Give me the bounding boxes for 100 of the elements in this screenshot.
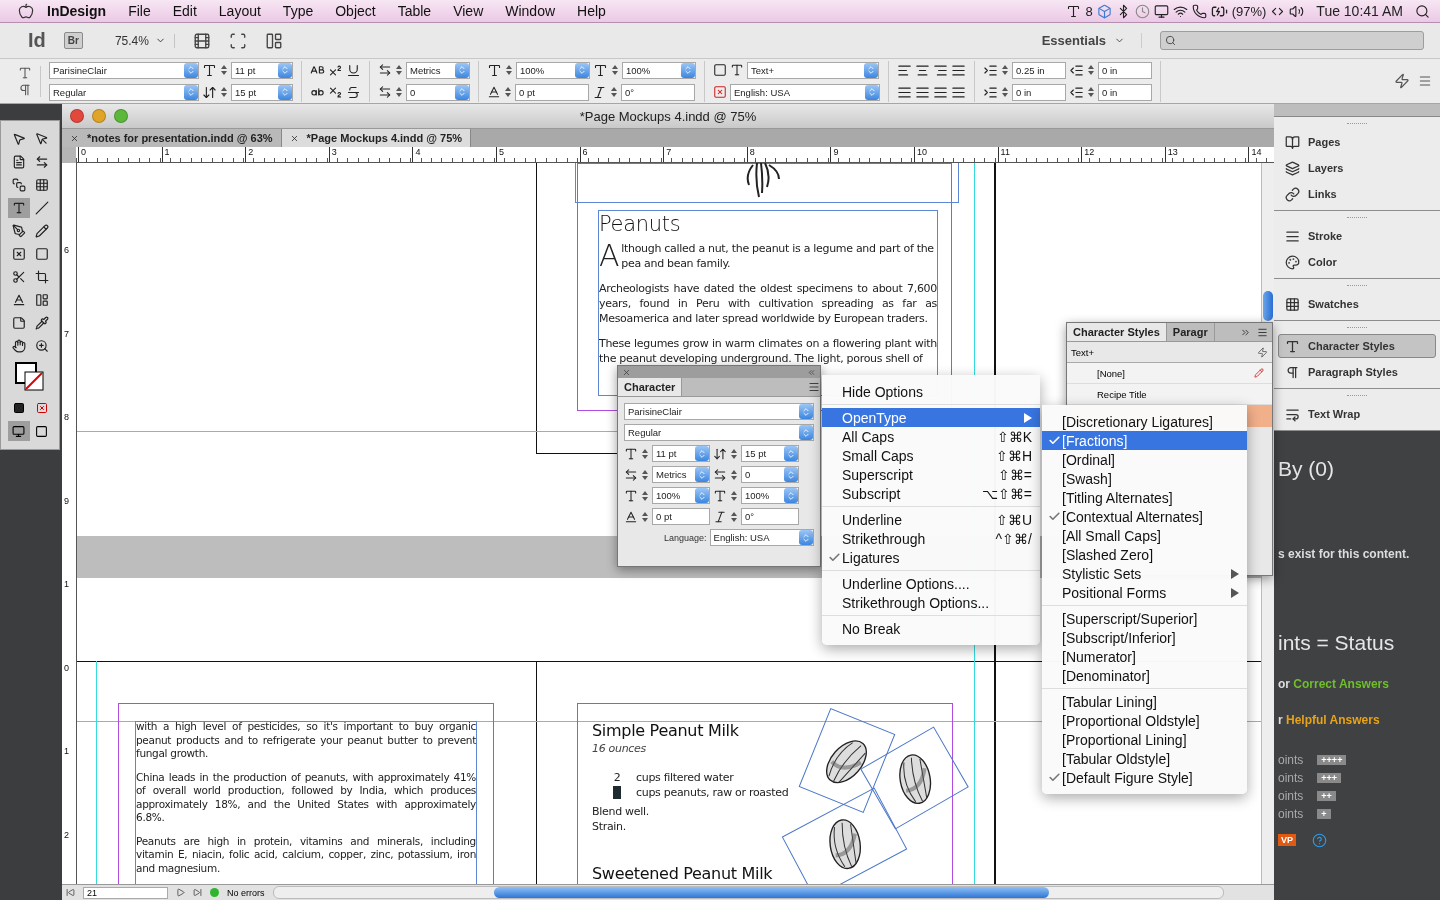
font-size-icon[interactable] <box>624 446 638 461</box>
last-line-indent-icon[interactable] <box>1069 84 1084 100</box>
menu-item[interactable]: [Numerator] <box>1042 647 1247 666</box>
language-field[interactable]: English: USA <box>730 83 880 101</box>
leading-icon[interactable] <box>202 84 217 100</box>
tracking-icon[interactable] <box>713 467 727 482</box>
menu-item[interactable]: Superscript ⇧⌘= <box>822 465 1040 484</box>
character-mode-icon[interactable] <box>18 65 32 80</box>
page-field[interactable]: 21 <box>83 886 168 899</box>
menu-item[interactable]: [Superscript/Superior] <box>1042 609 1247 628</box>
font-field[interactable]: ParisineClair <box>49 61 199 79</box>
stepper-icon[interactable] <box>505 63 513 77</box>
panel-button[interactable]: Stroke <box>1278 224 1436 248</box>
skew-field[interactable]: 0° <box>621 83 695 101</box>
style-item[interactable]: [None] <box>1067 363 1272 384</box>
panel-button[interactable]: Layers <box>1278 156 1436 180</box>
zoom-dropdown[interactable]: 75.4% <box>100 33 175 48</box>
justify-icon[interactable] <box>951 62 966 78</box>
view-options-icon[interactable] <box>192 31 211 50</box>
stroke-icon[interactable] <box>713 85 727 99</box>
menu-title[interactable]: Help <box>568 3 615 19</box>
screen-mode-icon[interactable] <box>7 421 30 441</box>
menu-item[interactable]: [Ordinal] <box>1042 450 1247 469</box>
style-field[interactable]: Regular <box>624 424 814 441</box>
stepper-icon[interactable] <box>395 63 403 77</box>
vertical-scale-field[interactable]: 100% <box>652 487 710 504</box>
baseline-shift-icon[interactable] <box>624 509 638 524</box>
skew-field[interactable]: 0° <box>741 508 799 525</box>
panel-button[interactable]: Character Styles <box>1278 334 1436 358</box>
menu-item[interactable]: Small Caps ⇧⌘H <box>822 446 1040 465</box>
justify-right-icon[interactable] <box>951 84 966 100</box>
baseline-shift-field[interactable]: 0 pt <box>515 83 589 101</box>
align-center-icon[interactable] <box>915 62 930 78</box>
menu-item[interactable]: No Break <box>822 619 1040 638</box>
menu-title[interactable]: Object <box>326 3 385 19</box>
menu-item[interactable]: [Fractions] <box>1042 431 1247 450</box>
kerning-field[interactable]: Metrics <box>406 61 470 79</box>
close-icon[interactable] <box>622 367 631 377</box>
menu-item[interactable]: [All Small Caps] <box>1042 526 1247 545</box>
stepper-icon[interactable] <box>504 85 512 99</box>
phone-icon[interactable] <box>1191 3 1207 19</box>
justify-left-icon[interactable] <box>897 84 912 100</box>
panel-button[interactable]: Pages <box>1278 130 1436 154</box>
underline-icon[interactable] <box>346 62 361 78</box>
workspace-dropdown[interactable]: Essentials <box>1025 33 1142 48</box>
quick-apply-icon[interactable] <box>1394 73 1410 89</box>
panel-tab[interactable]: Character <box>618 378 683 396</box>
help-icon[interactable] <box>1312 832 1327 848</box>
tracking-field[interactable]: 0 <box>741 466 799 483</box>
menu-item[interactable]: Subscript ⌥⇧⌘= <box>822 484 1040 503</box>
menu-item[interactable]: Underline ⇧⌘U <box>822 510 1040 529</box>
kerning-icon[interactable] <box>624 467 638 482</box>
next-page-icon[interactable] <box>176 888 185 897</box>
stepper-icon[interactable] <box>1001 85 1009 99</box>
menu-item[interactable]: OpenType <box>822 408 1040 427</box>
menu-item[interactable]: [Proportional Lining] <box>1042 730 1247 749</box>
font-field[interactable]: ParisineClair <box>624 403 814 420</box>
left-indent-field[interactable]: 0.25 in <box>1012 61 1066 79</box>
scroll-thumb[interactable] <box>1263 291 1273 321</box>
stepper-icon[interactable] <box>220 85 228 99</box>
horizontal-scale-field[interactable]: 100% <box>622 61 696 79</box>
baseline-shift-field[interactable]: 0 pt <box>652 508 710 525</box>
panel-button[interactable]: Links <box>1278 182 1436 206</box>
stepper-icon[interactable] <box>611 63 619 77</box>
stepper-icon[interactable] <box>1087 63 1095 77</box>
align-left-icon[interactable] <box>897 62 912 78</box>
search-icon[interactable] <box>1415 3 1430 19</box>
quick-apply-icon[interactable] <box>1257 346 1268 358</box>
preflight-status[interactable]: No errors <box>227 887 265 898</box>
arrange-documents-icon[interactable] <box>264 31 283 50</box>
panel-button[interactable]: Color <box>1278 250 1436 274</box>
menu-item[interactable]: Strikethrough ^⇧⌘/ <box>822 529 1040 548</box>
align-right-icon[interactable] <box>933 62 948 78</box>
menu-title[interactable]: Window <box>496 3 565 19</box>
zoom-button[interactable] <box>114 109 128 123</box>
menu-title[interactable]: Table <box>388 3 441 19</box>
close-icon[interactable] <box>289 133 299 143</box>
left-indent-icon[interactable] <box>983 62 998 78</box>
panel-button[interactable]: Text Wrap <box>1278 402 1436 426</box>
skew-icon[interactable] <box>592 84 607 100</box>
menu-item[interactable]: [Titling Alternates] <box>1042 488 1247 507</box>
strikethrough-icon[interactable] <box>346 84 361 100</box>
menu-item[interactable]: [Tabular Lining] <box>1042 692 1247 711</box>
menu-item[interactable]: [Contextual Alternates] <box>1042 507 1247 526</box>
subscript-icon[interactable] <box>328 84 343 100</box>
last-line-indent-field[interactable]: 0 in <box>1098 83 1152 101</box>
kerning-icon[interactable] <box>378 63 392 77</box>
character-style-field[interactable]: Text+ <box>747 61 879 79</box>
panel-button[interactable]: Swatches <box>1278 292 1436 316</box>
size-field[interactable]: 11 pt <box>231 61 293 79</box>
menu-title[interactable]: View <box>444 3 493 19</box>
menu-item[interactable]: Strikethrough Options... <box>822 593 1040 612</box>
panel-menu-icon[interactable] <box>1257 326 1268 338</box>
skew-icon[interactable] <box>713 509 727 524</box>
panel-tab[interactable]: Character Styles <box>1067 323 1167 341</box>
menu-item[interactable]: [Swash] <box>1042 469 1247 488</box>
stepper-icon[interactable] <box>610 85 618 99</box>
search-field[interactable] <box>1160 31 1424 50</box>
tracking-icon[interactable] <box>378 85 392 99</box>
menu-item[interactable]: Underline Options.... <box>822 574 1040 593</box>
